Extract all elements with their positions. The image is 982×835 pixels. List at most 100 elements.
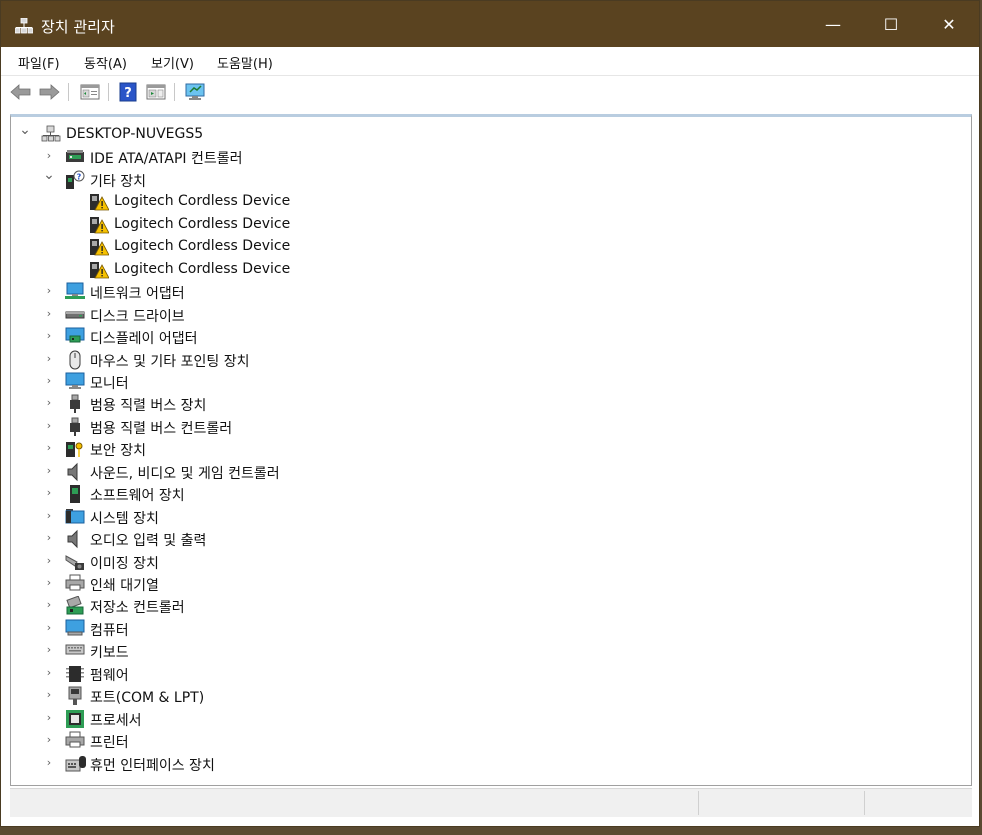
tree-item-category-22[interactable]: › 프린터: [11, 729, 611, 751]
warning-device-icon: [89, 192, 110, 211]
tree-item-label: 네트워크 어댑터: [90, 286, 185, 303]
computer-root-icon: [41, 125, 61, 143]
expand-chevron-icon[interactable]: ›: [43, 688, 55, 702]
tree-item-category-21[interactable]: › 프로세서: [11, 707, 611, 729]
tree-item-category-20[interactable]: › 포트(COM & LPT): [11, 684, 611, 706]
tree-item-label: 마우스 및 기타 포인팅 장치: [90, 353, 250, 370]
expand-chevron-icon[interactable]: ›: [43, 711, 55, 725]
properties-button[interactable]: [79, 81, 101, 103]
tree-item-category-2[interactable]: › 네트워크 어댑터: [11, 280, 611, 302]
svg-text:?: ?: [124, 86, 132, 101]
security-icon: [65, 439, 85, 458]
tree-item-category-6[interactable]: › 모니터: [11, 370, 611, 392]
tree-item-root[interactable]: ⌄ DESKTOP-NUVEGS5: [11, 123, 611, 145]
expand-chevron-icon[interactable]: ›: [43, 374, 55, 388]
tree-item-label: 범용 직렬 버스 컨트롤러: [90, 420, 233, 437]
mouse-icon: [65, 350, 85, 369]
tree-item-category-9[interactable]: › 보안 장치: [11, 437, 611, 459]
expand-chevron-icon[interactable]: ›: [43, 509, 55, 523]
display-adapter-icon: [65, 327, 85, 345]
tree-item-category-4[interactable]: › 디스플레이 어댑터: [11, 325, 611, 347]
tree-item-label: 저장소 컨트롤러: [90, 600, 185, 617]
tree-item-category-14[interactable]: › 이미징 장치: [11, 550, 611, 572]
device-tree[interactable]: ⌄ DESKTOP-NUVEGS5 › IDE ATA/ATAPI 컨트롤러 ⌄? 기타 …: [10, 114, 972, 786]
expand-chevron-icon[interactable]: ›: [43, 149, 55, 163]
show-hide-button[interactable]: [145, 81, 167, 103]
tree-item-category-12[interactable]: › 시스템 장치: [11, 505, 611, 527]
help-button[interactable]: ?: [117, 81, 139, 103]
tree-item-category-15[interactable]: › 인쇄 대기열: [11, 572, 611, 594]
back-button[interactable]: [10, 81, 32, 103]
collapse-chevron-icon[interactable]: ⌄: [19, 123, 31, 137]
device-manager-window: 장치 관리자 — ☐ ✕ 파일(F) 동작(A) 보기(V) 도움말(H) ? …: [0, 0, 980, 827]
tree-item-label: 휴먼 인터페이스 장치: [90, 757, 215, 774]
tree-item-label: 인쇄 대기열: [90, 578, 159, 594]
tree-item-category-13[interactable]: › 오디오 입력 및 출력: [11, 527, 611, 549]
tree-item-device-1-3[interactable]: Logitech Cordless Device: [11, 258, 611, 280]
maximize-button[interactable]: ☐: [862, 1, 920, 47]
printer-icon: [65, 731, 85, 749]
tree-item-category-11[interactable]: › 소프트웨어 장치: [11, 482, 611, 504]
toolbar-separator: [68, 83, 69, 101]
expand-chevron-icon[interactable]: ›: [43, 666, 55, 680]
expand-chevron-icon[interactable]: ›: [43, 486, 55, 500]
expand-chevron-icon[interactable]: ›: [43, 352, 55, 366]
menu-view[interactable]: 보기(V): [151, 53, 194, 72]
forward-button[interactable]: [38, 81, 60, 103]
expand-chevron-icon[interactable]: ›: [43, 307, 55, 321]
tree-item-category-5[interactable]: › 마우스 및 기타 포인팅 장치: [11, 348, 611, 370]
tree-item-label: 기타 장치: [90, 173, 146, 190]
warning-device-icon: [89, 237, 110, 256]
menu-file[interactable]: 파일(F): [18, 53, 60, 72]
tree-item-label: 범용 직렬 버스 장치: [90, 398, 207, 415]
menu-help[interactable]: 도움말(H): [217, 53, 273, 72]
expand-chevron-icon[interactable]: ›: [43, 441, 55, 455]
expand-chevron-icon[interactable]: ›: [43, 598, 55, 612]
expand-chevron-icon[interactable]: ›: [43, 284, 55, 298]
warning-device-icon: [89, 260, 110, 279]
software-device-icon: [65, 484, 85, 504]
expand-chevron-icon[interactable]: ›: [43, 576, 55, 590]
close-button[interactable]: ✕: [920, 1, 978, 47]
expand-chevron-icon[interactable]: ›: [43, 419, 55, 433]
tree-item-category-1[interactable]: ⌄? 기타 장치: [11, 168, 611, 190]
menu-action[interactable]: 동작(A): [84, 53, 127, 72]
port-icon: [65, 686, 85, 706]
tree-item-category-17[interactable]: › 컴퓨터: [11, 617, 611, 639]
tree-item-label: DESKTOP-NUVEGS5: [66, 126, 204, 142]
tree-item-category-0[interactable]: › IDE ATA/ATAPI 컨트롤러: [11, 145, 611, 167]
tree-item-category-18[interactable]: › 키보드: [11, 639, 611, 661]
expand-chevron-icon[interactable]: ›: [43, 396, 55, 410]
tree-item-category-8[interactable]: › 범용 직렬 버스 컨트롤러: [11, 415, 611, 437]
expand-chevron-icon[interactable]: ›: [43, 643, 55, 657]
expand-chevron-icon[interactable]: ›: [43, 621, 55, 635]
close-icon: ✕: [942, 14, 956, 34]
status-bar: [10, 788, 972, 817]
tree-item-category-10[interactable]: › 사운드, 비디오 및 게임 컨트롤러: [11, 460, 611, 482]
collapse-chevron-icon[interactable]: ⌄: [43, 168, 55, 182]
tree-item-category-3[interactable]: › 디스크 드라이브: [11, 303, 611, 325]
speaker-icon: [65, 529, 85, 549]
hid-icon: [65, 754, 86, 772]
scan-hardware-button[interactable]: [184, 81, 206, 103]
firmware-icon: [65, 664, 85, 682]
expand-chevron-icon[interactable]: ›: [43, 531, 55, 545]
expand-chevron-icon[interactable]: ›: [43, 733, 55, 747]
expand-chevron-icon[interactable]: ›: [43, 554, 55, 568]
expand-chevron-icon[interactable]: ›: [43, 756, 55, 770]
tree-item-device-1-2[interactable]: Logitech Cordless Device: [11, 235, 611, 257]
tree-item-category-19[interactable]: › 펌웨어: [11, 662, 611, 684]
tree-item-label: 디스크 드라이브: [90, 308, 185, 325]
title-bar[interactable]: 장치 관리자 — ☐ ✕: [1, 1, 979, 47]
tree-item-category-23[interactable]: › 휴먼 인터페이스 장치: [11, 752, 611, 774]
expand-chevron-icon[interactable]: ›: [43, 464, 55, 478]
svg-text:?: ?: [77, 172, 82, 181]
tree-item-category-16[interactable]: › 저장소 컨트롤러: [11, 594, 611, 616]
minimize-button[interactable]: —: [804, 1, 862, 47]
tree-item-device-1-0[interactable]: Logitech Cordless Device: [11, 190, 611, 212]
help-icon: ?: [119, 82, 137, 102]
tree-item-category-7[interactable]: › 범용 직렬 버스 장치: [11, 392, 611, 414]
tree-item-device-1-1[interactable]: Logitech Cordless Device: [11, 213, 611, 235]
expand-chevron-icon[interactable]: ›: [43, 329, 55, 343]
tree-item-label: 사운드, 비디오 및 게임 컨트롤러: [90, 465, 280, 482]
